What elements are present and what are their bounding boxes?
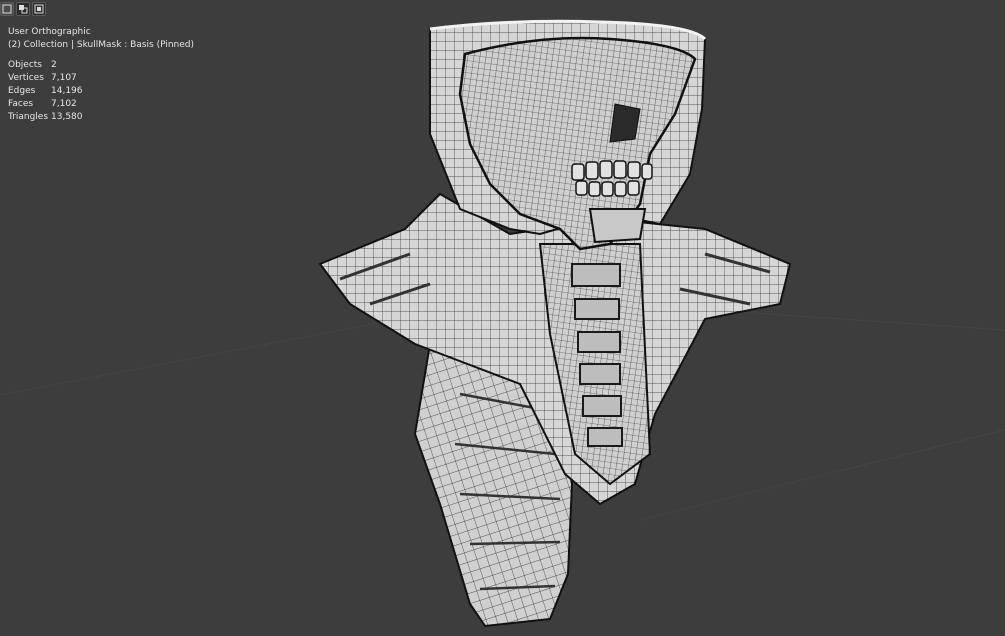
stat-label-edges: Edges (8, 86, 36, 96)
stat-label-faces: Faces (8, 99, 34, 109)
select-subtract-icon[interactable] (32, 2, 46, 16)
stat-value-triangles: 13,580 (51, 112, 83, 122)
stat-value-objects: 2 (51, 60, 57, 70)
stat-label-vertices: Vertices (8, 73, 44, 83)
3d-viewport[interactable]: User Orthographic (2) Collection | Skull… (0, 0, 1005, 636)
stat-label-objects: Objects (8, 60, 43, 70)
stat-value-edges: 14,196 (51, 86, 83, 96)
scene-statistics: Objects 2 Vertices 7,107 Edges 14,196 Fa… (8, 59, 194, 124)
stat-value-faces: 7,102 (51, 99, 77, 109)
stat-value-vertices: 7,107 (51, 73, 77, 83)
select-extend-icon[interactable] (16, 2, 30, 16)
viewport-info-overlay: User Orthographic (2) Collection | Skull… (8, 26, 194, 124)
skull-mask-mesh[interactable] (310, 14, 800, 628)
collection-label: (2) Collection | SkullMask : Basis (Pinn… (8, 40, 195, 50)
selection-mode-toolbar (0, 0, 46, 22)
view-name: User Orthographic (8, 27, 91, 37)
stat-label-triangles: Triangles (8, 112, 49, 122)
nose-cavity (609, 103, 641, 143)
select-box-icon[interactable] (0, 2, 14, 16)
